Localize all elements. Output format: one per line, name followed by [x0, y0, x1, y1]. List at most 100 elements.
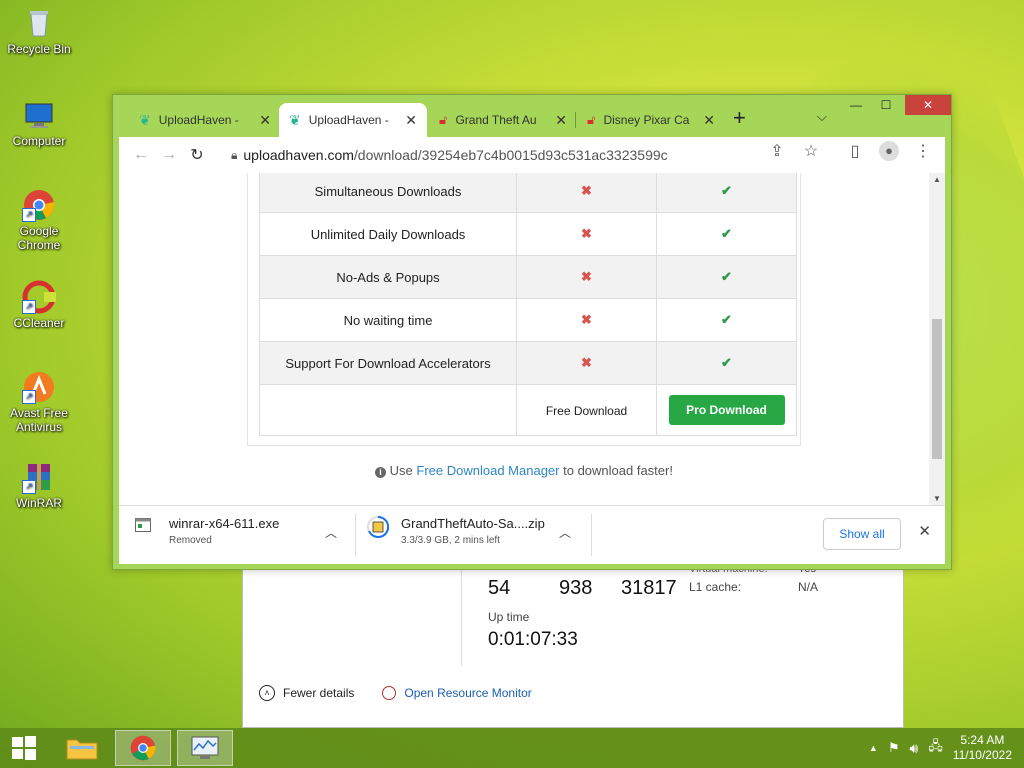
chrome-icon: [130, 735, 156, 761]
check-icon: ✔: [721, 183, 732, 198]
minimize-icon[interactable]: ―: [841, 95, 871, 115]
url-host: uploadhaven.com: [243, 147, 354, 163]
shortcut-arrow-icon: ↗: [22, 208, 36, 222]
desktop-icon-google-chrome[interactable]: ↗ Google Chrome: [4, 188, 74, 252]
action-center-flag-icon[interactable]: ⚑: [888, 740, 900, 756]
desktop-icon-ccleaner[interactable]: ↗ CCleaner: [4, 280, 74, 330]
clock[interactable]: 5:24 AM 11/10/2022: [953, 733, 1012, 763]
desktop-icon-avast[interactable]: ↗ Avast Free Antivirus: [4, 370, 74, 434]
new-tab-icon[interactable]: +: [733, 105, 746, 131]
task-manager-window[interactable]: Virtual machine: Yes 54 938 31817 L1 cac…: [242, 560, 904, 728]
desktop-icon-label: Avast Free Antivirus: [10, 406, 68, 434]
table-row: Free Download Pro Download: [259, 384, 797, 436]
uploadhaven-favicon-icon: ❦: [289, 111, 301, 128]
close-window-icon[interactable]: ✕: [905, 95, 951, 115]
desktop-icon-recycle-bin[interactable]: Recycle Bin: [4, 6, 74, 56]
folder-icon: [66, 739, 98, 760]
divider: [591, 514, 592, 556]
scroll-up-arrow-icon[interactable]: ▲: [929, 175, 945, 184]
desktop-icon-label: WinRAR: [15, 496, 62, 510]
close-tab-icon[interactable]: ✕: [405, 112, 417, 129]
download-item-winrar[interactable]: winrar-x64-611.exe Removed: [135, 516, 355, 556]
avast-icon: ↗: [22, 370, 56, 404]
feature-label: Simultaneous Downloads: [259, 173, 517, 213]
table-row: No waiting time ✖ ✔: [259, 298, 797, 342]
network-icon[interactable]: 🖧︎: [928, 737, 943, 759]
open-resource-monitor-link[interactable]: Open Resource Monitor: [404, 686, 531, 700]
shortcut-arrow-icon: ↗: [22, 480, 36, 494]
taskbar-chrome[interactable]: [115, 730, 171, 766]
chevron-up-icon[interactable]: ︿: [559, 524, 571, 541]
scroll-down-arrow-icon[interactable]: ▼: [929, 494, 945, 503]
cross-icon: ✖: [581, 269, 592, 284]
feature-label: Unlimited Daily Downloads: [259, 212, 517, 256]
close-tab-icon[interactable]: ✕: [703, 112, 715, 129]
winrar-icon: ↗: [22, 460, 56, 494]
close-tab-icon[interactable]: ✕: [555, 112, 567, 129]
check-icon: ✔: [721, 312, 732, 327]
tab-grand-theft-auto[interactable]: 🔓︎ Grand Theft Au ✕: [429, 103, 577, 137]
scrollbar-thumb[interactable]: [932, 319, 942, 459]
taskbar-file-explorer[interactable]: [54, 730, 110, 766]
tab-disney-pixar[interactable]: 🔓︎ Disney Pixar Ca ✕: [577, 103, 725, 137]
page-scrollbar[interactable]: ▲ ▼: [929, 173, 945, 505]
cross-icon: ✖: [581, 355, 592, 370]
volume-icon[interactable]: 🔊︎: [910, 740, 919, 757]
pro-download-button[interactable]: Pro Download: [668, 395, 785, 425]
task-manager-icon: [191, 736, 219, 759]
close-downloads-bar-icon[interactable]: ✕: [918, 522, 931, 540]
exe-file-icon: [135, 518, 153, 536]
free-cell: ✖: [516, 298, 657, 342]
taskbar-task-manager[interactable]: [177, 730, 233, 766]
back-icon[interactable]: ←: [127, 146, 155, 164]
bookmark-star-icon[interactable]: ☆: [797, 141, 825, 161]
chevron-up-icon[interactable]: ˄: [259, 685, 275, 701]
check-icon: ✔: [721, 269, 732, 284]
chrome-window[interactable]: ❦ UploadHaven - ✕ ❦ UploadHaven - ✕ 🔓︎ G…: [112, 94, 952, 570]
close-tab-icon[interactable]: ✕: [259, 112, 271, 129]
tab-uploadhaven-2[interactable]: ❦ UploadHaven - ✕: [279, 103, 427, 137]
tab-title: Grand Theft Au: [455, 113, 537, 127]
feature-label: No waiting time: [259, 298, 517, 342]
chevron-up-icon[interactable]: ︿: [325, 524, 337, 541]
desktop-icon-label: CCleaner: [13, 316, 65, 330]
menu-kebab-icon[interactable]: ⋮: [909, 141, 937, 161]
fewer-details-link[interactable]: Fewer details: [283, 686, 354, 700]
info-icon: i: [375, 467, 387, 478]
resource-monitor-icon: [382, 686, 397, 700]
address-bar[interactable]: 🔒︎ uploadhaven.com/download/39254eb7c4b0…: [231, 141, 771, 169]
maximize-icon[interactable]: ☐: [871, 95, 901, 115]
free-download-cell: Free Download: [516, 384, 657, 436]
table-row: Unlimited Daily Downloads ✖ ✔: [259, 212, 797, 256]
forward-icon[interactable]: →: [155, 146, 183, 164]
side-panel-icon[interactable]: ▯: [841, 141, 869, 161]
table-row: Support For Download Accelerators ✖ ✔: [259, 341, 797, 385]
check-icon: ✔: [721, 226, 732, 241]
lock-favicon-icon: 🔓︎: [587, 112, 596, 127]
tab-search-chevron-icon[interactable]: ⌵: [817, 109, 827, 125]
table-row: Simultaneous Downloads ✖ ✔: [259, 173, 797, 213]
feature-label: Support For Download Accelerators: [259, 341, 517, 385]
download-item-gta[interactable]: GrandTheftAuto-Sa....zip 3.3/3.9 GB, 2 m…: [367, 515, 587, 556]
pro-cell: ✔: [656, 212, 797, 256]
share-icon[interactable]: ⇪: [763, 141, 791, 161]
show-all-downloads-button[interactable]: Show all: [823, 518, 901, 550]
desktop-icon-winrar[interactable]: ↗ WinRAR: [4, 460, 74, 510]
desktop-icon-computer[interactable]: Computer: [4, 98, 74, 148]
profile-avatar-icon[interactable]: ●: [875, 141, 903, 161]
start-button[interactable]: [0, 730, 48, 766]
pro-cell: ✔: [656, 298, 797, 342]
free-download-manager-link[interactable]: Free Download Manager: [416, 463, 559, 478]
divider: [355, 514, 356, 556]
shortcut-arrow-icon: ↗: [22, 390, 36, 404]
ccleaner-icon: ↗: [22, 280, 56, 314]
free-download-button[interactable]: Free Download: [546, 404, 627, 418]
computer-icon: [22, 98, 56, 132]
show-hidden-icons-icon[interactable]: ▲: [869, 743, 878, 753]
cross-icon: ✖: [581, 183, 592, 198]
recycle-bin-icon: [22, 6, 56, 40]
reload-icon[interactable]: ↻: [183, 145, 211, 165]
taskbar: ▲ ⚑ 🔊︎ 🖧︎ 5:24 AM 11/10/2022: [0, 728, 1024, 768]
tab-uploadhaven-1[interactable]: ❦ UploadHaven - ✕: [129, 103, 281, 137]
clock-time: 5:24 AM: [960, 733, 1005, 747]
